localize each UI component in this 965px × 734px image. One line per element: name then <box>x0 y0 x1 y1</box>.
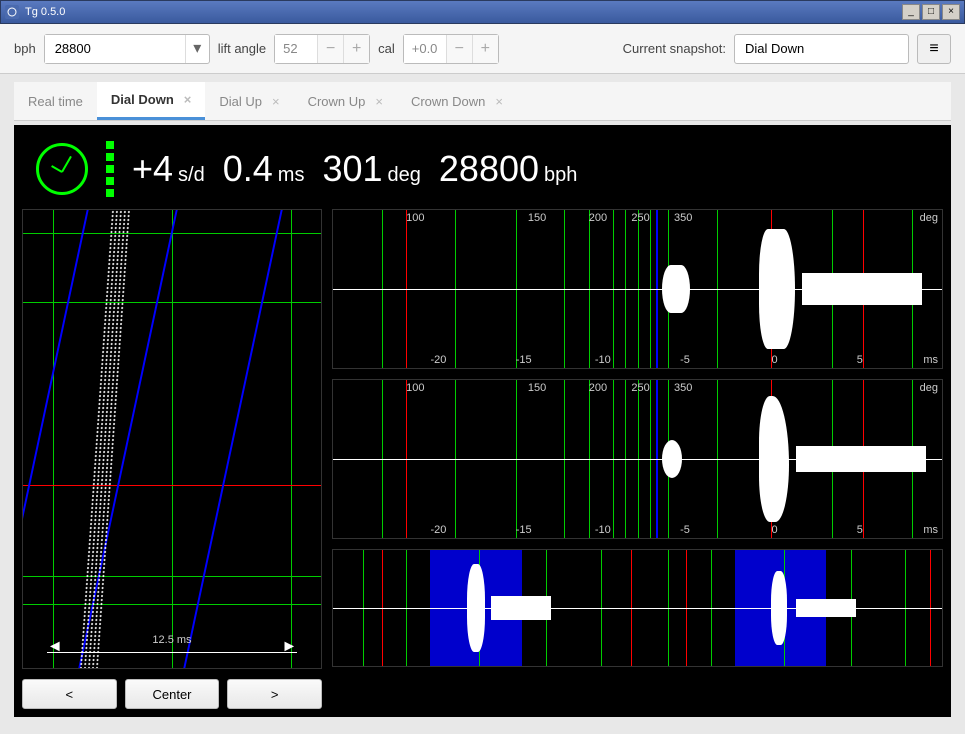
cal-label: cal <box>378 41 395 56</box>
toolbar: bph ▾ lift angle − + cal − + Current sna… <box>0 24 965 74</box>
snapshot-label: Current snapshot: <box>623 41 726 56</box>
tabs: Real time Dial Down× Dial Up× Crown Up× … <box>14 82 951 121</box>
lift-label: lift angle <box>218 41 266 56</box>
nav-right-button[interactable]: > <box>227 679 322 709</box>
signal-dots-icon <box>106 141 114 197</box>
close-icon[interactable]: × <box>272 94 280 109</box>
chevron-down-icon[interactable]: ▾ <box>185 35 209 63</box>
close-icon[interactable]: × <box>495 94 503 109</box>
nav-left-button[interactable]: < <box>22 679 117 709</box>
minimize-button[interactable]: _ <box>902 4 920 20</box>
tab-dialup[interactable]: Dial Up× <box>205 84 293 119</box>
waveform-2: 100 150 200 250 350 deg -20 -15 -10 -5 0… <box>332 379 943 539</box>
cal-plus-button[interactable]: + <box>472 35 498 63</box>
lift-minus-button[interactable]: − <box>317 35 343 63</box>
readout: +4s/d 0.4ms 301deg 28800bph <box>22 133 943 209</box>
titlebar: Tg 0.5.0 _ □ × <box>0 0 965 24</box>
bph-metric: 28800bph <box>439 148 577 190</box>
rate-metric: +4s/d <box>132 148 205 190</box>
tab-realtime[interactable]: Real time <box>14 84 97 119</box>
bph-input[interactable] <box>45 35 185 63</box>
tab-dialdown[interactable]: Dial Down× <box>97 82 205 120</box>
window-title: Tg 0.5.0 <box>25 6 900 18</box>
maximize-button[interactable]: □ <box>922 4 940 20</box>
tab-crownup[interactable]: Crown Up× <box>294 84 397 119</box>
tab-crowndown[interactable]: Crown Down× <box>397 84 517 119</box>
lift-input[interactable] <box>275 35 317 63</box>
cal-minus-button[interactable]: − <box>446 35 472 63</box>
hamburger-icon[interactable]: ≡ <box>917 34 951 64</box>
bph-label: bph <box>14 41 36 56</box>
lift-spinner[interactable]: − + <box>274 34 370 64</box>
scatter-plot: 12.5 ms ◄ ► <box>22 209 322 669</box>
close-icon[interactable]: × <box>375 94 383 109</box>
waveform-1: 100 150 200 250 350 deg -20 -15 -10 -5 0… <box>332 209 943 369</box>
clock-icon <box>36 143 88 195</box>
cal-spinner[interactable]: − + <box>403 34 499 64</box>
nav-buttons: < Center > <box>22 679 322 709</box>
waveform-3 <box>332 549 943 667</box>
nav-center-button[interactable]: Center <box>125 679 220 709</box>
lift-plus-button[interactable]: + <box>343 35 369 63</box>
close-icon[interactable]: × <box>184 92 192 107</box>
snapshot-input[interactable] <box>734 34 909 64</box>
beat-metric: 0.4ms <box>223 148 305 190</box>
amp-metric: 301deg <box>322 148 420 190</box>
scatter-scale-label: 12.5 ms <box>152 634 191 646</box>
display-area: +4s/d 0.4ms 301deg 28800bph <box>14 125 951 717</box>
app-icon <box>5 5 19 19</box>
close-button[interactable]: × <box>942 4 960 20</box>
bph-combo[interactable]: ▾ <box>44 34 210 64</box>
cal-input[interactable] <box>404 35 446 63</box>
